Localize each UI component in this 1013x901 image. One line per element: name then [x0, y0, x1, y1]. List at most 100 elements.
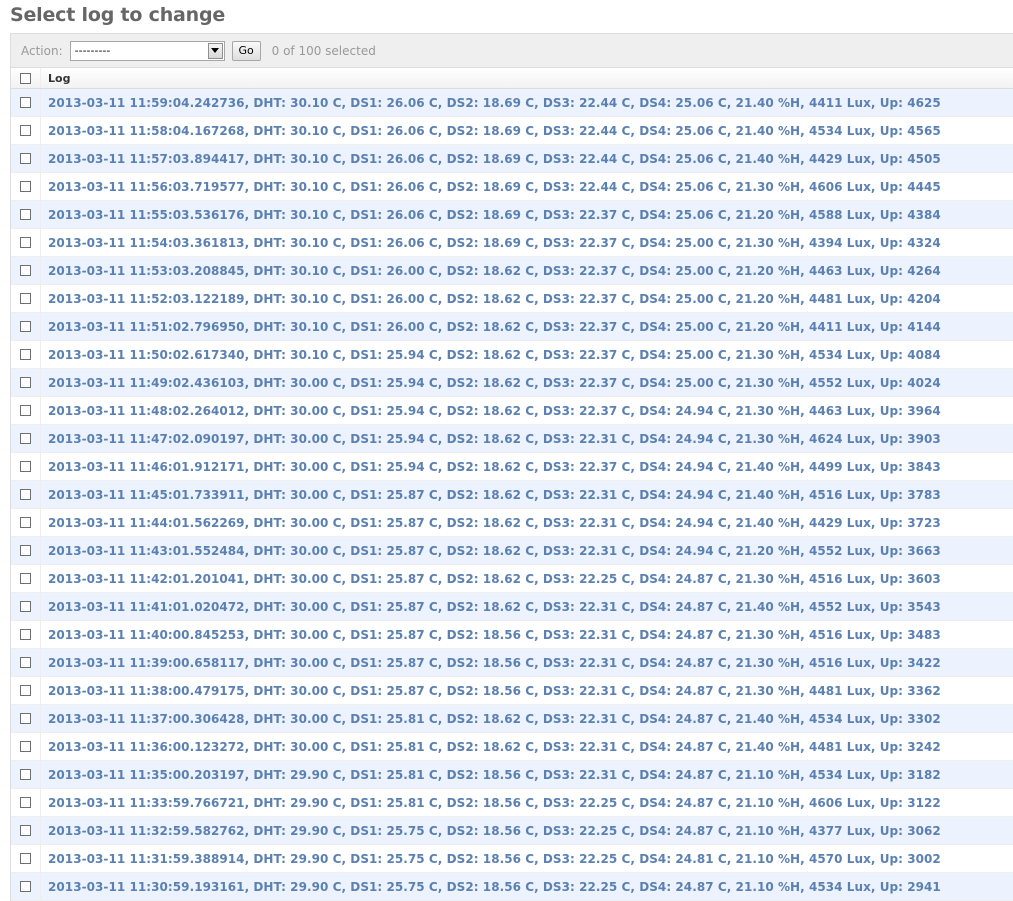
row-checkbox-cell [11, 397, 41, 424]
table-row: 2013-03-11 11:40:00.845253, DHT: 30.00 C… [11, 621, 1013, 649]
row-checkbox[interactable] [20, 657, 31, 668]
row-checkbox[interactable] [20, 181, 31, 192]
log-entry-link[interactable]: 2013-03-11 11:45:01.733911, DHT: 30.00 C… [41, 488, 941, 502]
log-entry-link[interactable]: 2013-03-11 11:33:59.766721, DHT: 29.90 C… [41, 796, 941, 810]
log-entry-link[interactable]: 2013-03-11 11:48:02.264012, DHT: 30.00 C… [41, 404, 941, 418]
select-all-cell [11, 68, 41, 88]
row-checkbox[interactable] [20, 461, 31, 472]
table-row: 2013-03-11 11:35:00.203197, DHT: 29.90 C… [11, 761, 1013, 789]
row-checkbox-cell [11, 89, 41, 116]
row-checkbox[interactable] [20, 97, 31, 108]
table-row: 2013-03-11 11:50:02.617340, DHT: 30.10 C… [11, 341, 1013, 369]
row-checkbox[interactable] [20, 377, 31, 388]
table-row: 2013-03-11 11:59:04.242736, DHT: 30.10 C… [11, 89, 1013, 117]
log-entry-link[interactable]: 2013-03-11 11:54:03.361813, DHT: 30.10 C… [41, 236, 941, 250]
log-entry-link[interactable]: 2013-03-11 11:58:04.167268, DHT: 30.10 C… [41, 124, 941, 138]
log-entry-link[interactable]: 2013-03-11 11:56:03.719577, DHT: 30.10 C… [41, 180, 941, 194]
row-checkbox[interactable] [20, 125, 31, 136]
table-row: 2013-03-11 11:51:02.796950, DHT: 30.10 C… [11, 313, 1013, 341]
row-checkbox[interactable] [20, 741, 31, 752]
table-row: 2013-03-11 11:32:59.582762, DHT: 29.90 C… [11, 817, 1013, 845]
row-checkbox[interactable] [20, 769, 31, 780]
action-select-value: --------- [74, 44, 111, 57]
row-checkbox[interactable] [20, 237, 31, 248]
log-entry-link[interactable]: 2013-03-11 11:32:59.582762, DHT: 29.90 C… [41, 824, 941, 838]
row-checkbox-cell [11, 817, 41, 844]
row-checkbox-cell [11, 733, 41, 760]
select-all-checkbox[interactable] [20, 72, 31, 84]
row-checkbox[interactable] [20, 853, 31, 864]
log-entry-link[interactable]: 2013-03-11 11:53:03.208845, DHT: 30.10 C… [41, 264, 941, 278]
row-checkbox-cell [11, 173, 41, 200]
log-entry-link[interactable]: 2013-03-11 11:55:03.536176, DHT: 30.10 C… [41, 208, 941, 222]
log-entry-link[interactable]: 2013-03-11 11:40:00.845253, DHT: 30.00 C… [41, 628, 941, 642]
row-checkbox-cell [11, 845, 41, 872]
log-entry-link[interactable]: 2013-03-11 11:41:01.020472, DHT: 30.00 C… [41, 600, 941, 614]
log-entry-link[interactable]: 2013-03-11 11:59:04.242736, DHT: 30.10 C… [41, 96, 941, 110]
table-row: 2013-03-11 11:45:01.733911, DHT: 30.00 C… [11, 481, 1013, 509]
table-row: 2013-03-11 11:56:03.719577, DHT: 30.10 C… [11, 173, 1013, 201]
row-checkbox-cell [11, 369, 41, 396]
row-checkbox[interactable] [20, 545, 31, 556]
table-header: Log [11, 68, 1013, 89]
log-entry-link[interactable]: 2013-03-11 11:30:59.193161, DHT: 29.90 C… [41, 880, 941, 894]
log-entry-link[interactable]: 2013-03-11 11:47:02.090197, DHT: 30.00 C… [41, 432, 941, 446]
log-entry-link[interactable]: 2013-03-11 11:43:01.552484, DHT: 30.00 C… [41, 544, 941, 558]
column-header-log[interactable]: Log [41, 72, 70, 85]
log-entry-link[interactable]: 2013-03-11 11:50:02.617340, DHT: 30.10 C… [41, 348, 941, 362]
row-checkbox[interactable] [20, 349, 31, 360]
row-checkbox-cell [11, 453, 41, 480]
log-entry-link[interactable]: 2013-03-11 11:36:00.123272, DHT: 30.00 C… [41, 740, 941, 754]
row-checkbox[interactable] [20, 489, 31, 500]
row-checkbox-cell [11, 201, 41, 228]
table-row: 2013-03-11 11:38:00.479175, DHT: 30.00 C… [11, 677, 1013, 705]
log-entry-link[interactable]: 2013-03-11 11:52:03.122189, DHT: 30.10 C… [41, 292, 941, 306]
row-checkbox-cell [11, 593, 41, 620]
changelist: Action: --------- Go 0 of 100 selected L… [10, 33, 1013, 901]
go-button[interactable]: Go [231, 40, 261, 61]
row-checkbox-cell [11, 649, 41, 676]
row-checkbox[interactable] [20, 881, 31, 892]
log-entry-link[interactable]: 2013-03-11 11:44:01.562269, DHT: 30.00 C… [41, 516, 941, 530]
log-entry-link[interactable]: 2013-03-11 11:35:00.203197, DHT: 29.90 C… [41, 768, 941, 782]
row-checkbox-cell [11, 621, 41, 648]
log-entry-link[interactable]: 2013-03-11 11:42:01.201041, DHT: 30.00 C… [41, 572, 941, 586]
row-checkbox[interactable] [20, 573, 31, 584]
log-entry-link[interactable]: 2013-03-11 11:31:59.388914, DHT: 29.90 C… [41, 852, 941, 866]
row-checkbox[interactable] [20, 293, 31, 304]
row-checkbox[interactable] [20, 825, 31, 836]
table-row: 2013-03-11 11:33:59.766721, DHT: 29.90 C… [11, 789, 1013, 817]
row-checkbox-cell [11, 509, 41, 536]
row-checkbox[interactable] [20, 713, 31, 724]
row-checkbox[interactable] [20, 321, 31, 332]
log-entry-link[interactable]: 2013-03-11 11:46:01.912171, DHT: 30.00 C… [41, 460, 941, 474]
row-checkbox[interactable] [20, 265, 31, 276]
table-row: 2013-03-11 11:55:03.536176, DHT: 30.10 C… [11, 201, 1013, 229]
row-checkbox[interactable] [20, 629, 31, 640]
log-entry-link[interactable]: 2013-03-11 11:49:02.436103, DHT: 30.00 C… [41, 376, 941, 390]
page-title: Select log to change [10, 4, 226, 26]
log-entry-link[interactable]: 2013-03-11 11:37:00.306428, DHT: 30.00 C… [41, 712, 941, 726]
row-checkbox[interactable] [20, 517, 31, 528]
table-row: 2013-03-11 11:47:02.090197, DHT: 30.00 C… [11, 425, 1013, 453]
actions-bar: Action: --------- Go 0 of 100 selected [11, 34, 1013, 68]
log-entry-link[interactable]: 2013-03-11 11:51:02.796950, DHT: 30.10 C… [41, 320, 941, 334]
table-row: 2013-03-11 11:53:03.208845, DHT: 30.10 C… [11, 257, 1013, 285]
log-entry-link[interactable]: 2013-03-11 11:39:00.658117, DHT: 30.00 C… [41, 656, 941, 670]
table-row: 2013-03-11 11:46:01.912171, DHT: 30.00 C… [11, 453, 1013, 481]
row-checkbox[interactable] [20, 153, 31, 164]
row-checkbox[interactable] [20, 209, 31, 220]
action-select[interactable]: --------- [69, 40, 225, 61]
row-checkbox-cell [11, 537, 41, 564]
log-entry-link[interactable]: 2013-03-11 11:57:03.894417, DHT: 30.10 C… [41, 152, 941, 166]
row-checkbox[interactable] [20, 433, 31, 444]
chevron-down-icon[interactable] [207, 42, 223, 59]
row-checkbox[interactable] [20, 405, 31, 416]
row-checkbox-cell [11, 229, 41, 256]
table-row: 2013-03-11 11:52:03.122189, DHT: 30.10 C… [11, 285, 1013, 313]
row-checkbox[interactable] [20, 797, 31, 808]
row-checkbox[interactable] [20, 601, 31, 612]
table-row: 2013-03-11 11:36:00.123272, DHT: 30.00 C… [11, 733, 1013, 761]
row-checkbox[interactable] [20, 685, 31, 696]
log-entry-link[interactable]: 2013-03-11 11:38:00.479175, DHT: 30.00 C… [41, 684, 941, 698]
